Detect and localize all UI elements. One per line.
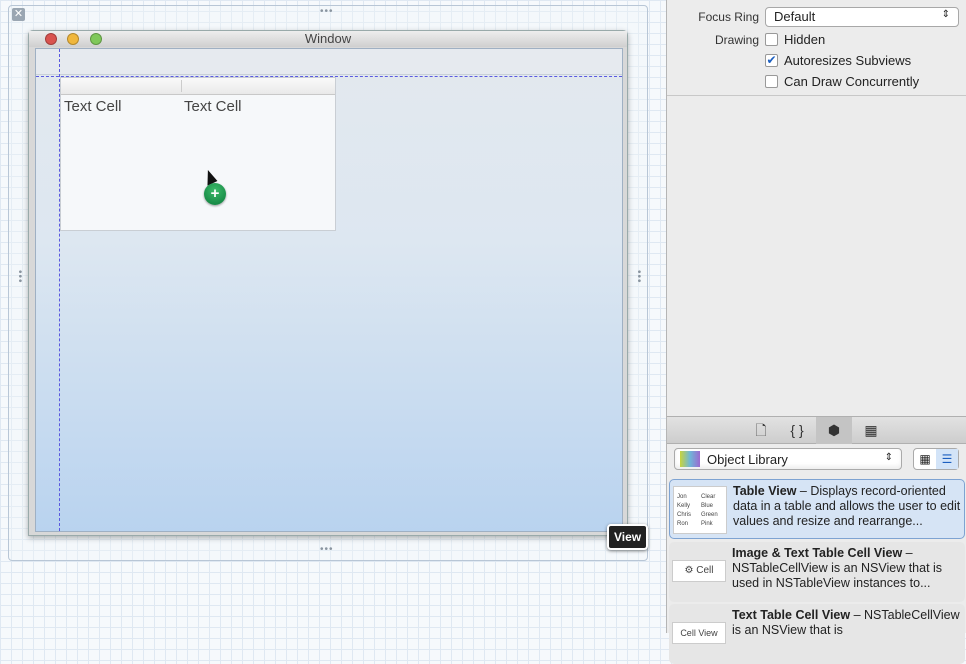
drag-add-icon: + [204,183,226,205]
hidden-checkbox[interactable] [765,33,778,46]
table-cell[interactable]: Text Cell [64,98,122,115]
table-cell[interactable]: Text Cell [184,98,242,115]
media-icon[interactable]: ▦ [853,417,889,444]
thumb-text: Cell View [680,628,718,638]
view-tooltip: View [607,524,649,550]
item-description: Table View – Displays record-oriented da… [733,484,963,529]
cell-thumbnail: ⚙ Cell [672,560,726,582]
drawing-label: Drawing [714,33,759,47]
library-selector[interactable]: Object Library ⇕ [674,448,902,470]
column-separator[interactable] [181,80,182,92]
library-selected: Object Library [707,452,788,467]
window-title: Window [304,31,352,46]
resize-handle-bottom[interactable]: ••• [320,544,334,555]
thumb-text: Jon [677,494,687,500]
autoresizes-label: Autoresizes Subviews [784,53,912,68]
thumb-text: Blue [701,503,714,509]
thumb-text: Kelly [677,503,691,509]
title-bar: Window [29,31,627,47]
draw-concurrently-label: Can Draw Concurrently [784,74,920,89]
resize-handle-right[interactable]: ••• [633,270,644,284]
chevron-updown-icon: ⇕ [941,9,950,20]
content-view[interactable]: Text Cell Text Cell [35,48,623,532]
library-item-table-view[interactable]: Jon Clear Kelly Blue Chris Green Ron Pink Ta… [669,479,965,539]
thumb-text: Chris [677,512,692,518]
draw-concurrently-checkbox[interactable] [765,75,778,88]
view-mode-toggle[interactable]: ▦ ☰ [913,448,959,470]
object-cube-icon[interactable]: ⬢ [816,417,852,444]
table-view[interactable]: Text Cell Text Cell [60,77,336,231]
focus-ring-value: Default [774,9,816,24]
focus-ring-label: Focus Ring [698,10,759,24]
thumb-text: Ron [677,521,689,527]
library-item-image-text-cell[interactable]: ⚙ Cell Image & Text Table Cell View – NS… [669,542,965,602]
grid-view-icon[interactable]: ▦ [914,449,936,469]
cell-view-thumbnail: Cell View [672,622,726,644]
divider [667,95,966,96]
library-item-text-cell[interactable]: Cell View Text Table Cell View – NSTable… [669,604,965,664]
focus-ring-popup[interactable]: Default ⇕ [765,7,959,27]
toolbar-area [36,49,622,75]
table-view-thumbnail: Jon Clear Kelly Blue Chris Green Ron Pink [673,486,727,534]
item-title: Image & Text Table Cell View [732,546,903,560]
thumb-text: Cell [696,565,714,576]
utilities-panel: Focus Ring Default ⇕ Drawing Hidden ✔ Au… [666,0,966,664]
item-title: Table View [733,484,797,498]
item-description: Image & Text Table Cell View – NSTableCe… [732,546,962,591]
list-view-icon[interactable]: ☰ [936,449,958,469]
table-header[interactable] [61,78,335,95]
library-tab-bar: 🗋 { } ⬢ ▦ [667,416,966,444]
autoresizes-checkbox[interactable]: ✔ [765,54,778,67]
item-description: Text Table Cell View – NSTableCellView i… [732,608,962,638]
thumb-text: Pink [701,521,713,527]
item-title: Text Table Cell View [732,608,851,622]
resize-handle-left[interactable]: ••• [14,270,25,284]
interface-builder-canvas[interactable]: ✕ ••• ••• ••• ••• Window Text Cell Text … [0,0,664,633]
library-icon [680,451,700,467]
thumb-text: Green [701,512,718,518]
thumb-text: Clear [701,494,716,500]
chevron-updown-icon: ⇕ [884,452,893,463]
hidden-label: Hidden [784,32,826,47]
code-snippet-icon[interactable]: { } [779,417,815,444]
file-template-icon[interactable]: 🗋 [743,417,779,444]
design-window[interactable]: Window Text Cell Text Cell [28,30,628,536]
close-icon[interactable]: ✕ [12,8,25,21]
resize-handle-top[interactable]: ••• [320,6,334,17]
